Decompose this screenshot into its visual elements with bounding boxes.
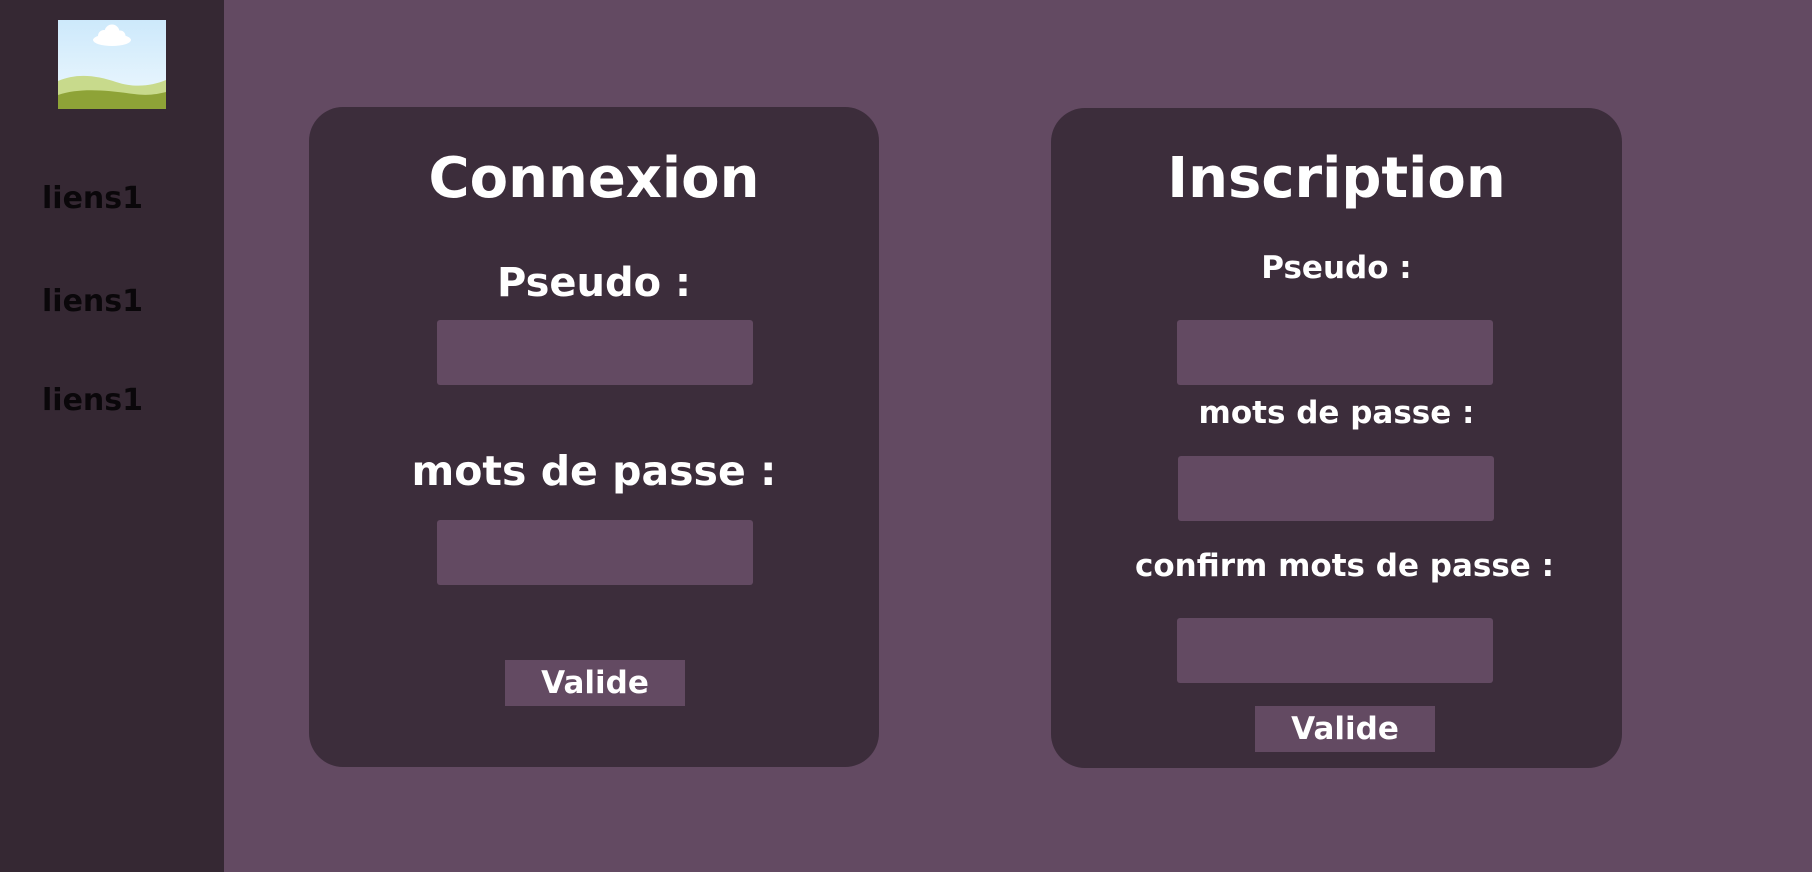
login-password-input[interactable] (437, 520, 753, 585)
landscape-image-icon (58, 20, 166, 109)
register-submit-button[interactable]: Valide (1255, 706, 1435, 752)
register-confirm-label: confirm mots de passe : (1135, 548, 1554, 584)
sidebar-link-2[interactable]: liens1 (42, 284, 143, 320)
login-password-label: mots de passe : (411, 447, 777, 495)
register-password-input[interactable] (1178, 456, 1494, 521)
register-password-label: mots de passe : (1198, 395, 1475, 431)
register-confirm-input[interactable] (1177, 618, 1493, 683)
login-pseudo-input[interactable] (437, 320, 753, 385)
register-pseudo-label: Pseudo : (1261, 250, 1412, 286)
login-pseudo-label: Pseudo : (496, 260, 692, 306)
register-card: Inscription Pseudo : mots de passe : con… (1051, 108, 1622, 768)
sidebar-link-3[interactable]: liens1 (42, 383, 143, 419)
register-pseudo-input[interactable] (1177, 320, 1493, 385)
login-title: Connexion (428, 146, 760, 211)
sidebar: liens1 liens1 liens1 (0, 0, 224, 872)
sidebar-link-1[interactable]: liens1 (42, 181, 143, 217)
login-submit-button[interactable]: Valide (505, 660, 685, 706)
register-title: Inscription (1167, 146, 1506, 211)
login-card: Connexion Pseudo : mots de passe : Valid… (309, 107, 879, 767)
